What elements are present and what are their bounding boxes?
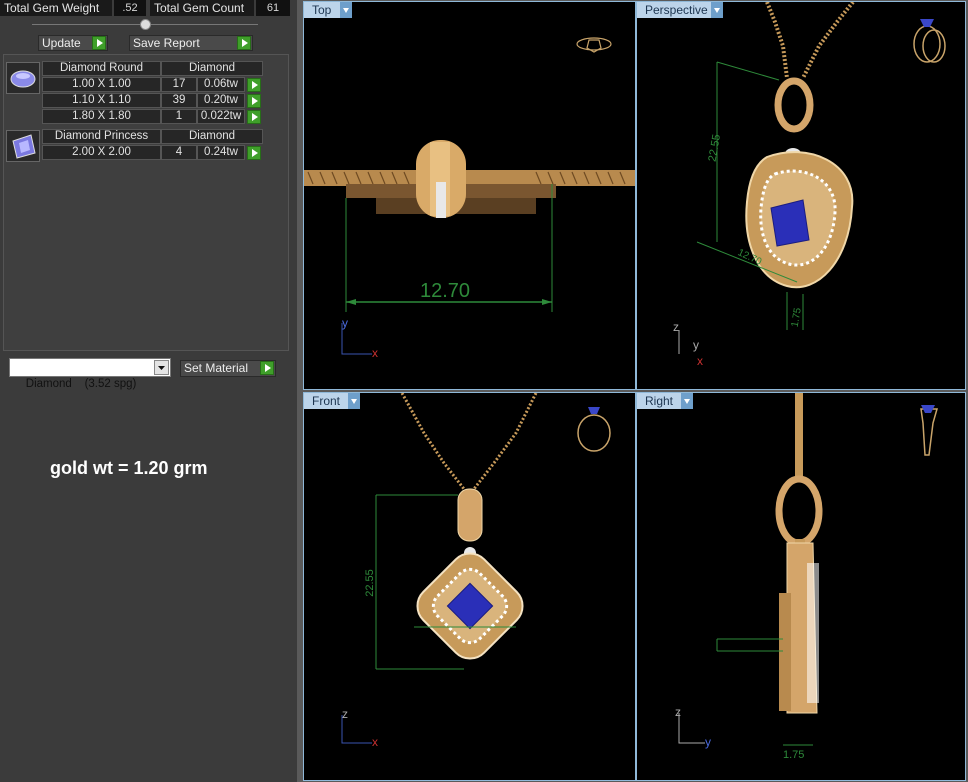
gem-count: 17 [161, 77, 197, 92]
axis-x-label: x [697, 354, 703, 368]
total-gem-weight-value: .52 [114, 0, 146, 16]
gem-size: 1.80 X 1.80 [42, 109, 161, 124]
top-view-render [304, 37, 635, 355]
axis-x-label: x [372, 735, 378, 749]
right-depth-dimension: 1.75 [783, 749, 805, 761]
viewport-right[interactable]: 1.75 z y Right [636, 392, 966, 781]
tab-front-label: Front [312, 394, 341, 408]
total-gem-weight-label: Total Gem Weight [0, 0, 112, 16]
gem-weight: 0.24tw [197, 145, 245, 160]
gem-count: 4 [161, 145, 197, 160]
set-material-run-icon[interactable] [260, 361, 274, 375]
save-report-button-label: Save Report [133, 36, 200, 50]
tab-right[interactable]: Right [637, 393, 693, 409]
gem-material-label: Diamond [161, 61, 263, 76]
total-gem-count-label: Total Gem Count [150, 0, 254, 16]
gem-weight: 0.022tw [197, 109, 245, 124]
viewport-perspective[interactable]: 22.55 12.70 1.75 z y x Perspective [636, 1, 966, 390]
front-view-render [341, 393, 611, 744]
axis-x-label: x [372, 346, 378, 360]
perspective-view-render [678, 2, 946, 354]
axis-y-label: y [693, 338, 699, 352]
gem-row-select-icon[interactable] [247, 110, 261, 124]
tab-front[interactable]: Front [304, 393, 360, 409]
gem-row-select-icon[interactable] [247, 146, 261, 160]
axis-z-label: z [673, 320, 679, 334]
chevron-down-icon[interactable] [154, 360, 169, 375]
tab-right-label: Right [645, 394, 674, 408]
tab-perspective-label: Perspective [645, 3, 708, 17]
tab-top[interactable]: Top [304, 2, 352, 18]
chevron-down-icon[interactable] [348, 393, 360, 409]
gem-report-panel: Total Gem Weight .52 Total Gem Count 61 … [0, 0, 297, 782]
material-select-value: Diamond (3.52 spg) [25, 378, 137, 390]
princess-diamond-icon [6, 130, 40, 162]
gem-count: 1 [161, 109, 197, 124]
gem-row-select-icon[interactable] [247, 78, 261, 92]
gem-material-label: Diamond [161, 129, 263, 144]
gem-size: 2.00 X 2.00 [42, 145, 161, 160]
set-material-button-label: Set Material [184, 361, 249, 375]
top-dimension-label: 12.70 [420, 280, 471, 302]
axis-z-label: z [675, 705, 681, 719]
axis-y-label: y [342, 316, 348, 330]
chevron-down-icon[interactable] [681, 393, 693, 409]
gem-list: Diamond Round Diamond 1.00 X 1.00 17 0.0… [3, 54, 289, 351]
update-run-icon[interactable] [92, 36, 106, 50]
gem-row-select-icon[interactable] [247, 94, 261, 108]
save-report-button[interactable]: Save Report [129, 35, 253, 51]
tab-top-label: Top [312, 3, 332, 17]
viewport-grid: 12.70 y x Top 22.55 12.70 1.75 z y x Per… [297, 0, 968, 782]
total-gem-count-value: 61 [256, 0, 290, 16]
gem-count: 39 [161, 93, 197, 108]
tab-perspective[interactable]: Perspective [637, 2, 723, 18]
gem-size: 1.00 X 1.00 [42, 77, 161, 92]
update-button-label: Update [42, 36, 81, 50]
gold-weight-note: gold wt = 1.20 grm [50, 458, 208, 478]
gem-weight: 0.06tw [197, 77, 245, 92]
right-view-render [678, 393, 938, 746]
axis-y-label: y [705, 735, 711, 749]
save-report-run-icon[interactable] [237, 36, 251, 50]
material-select[interactable]: Diamond (3.52 spg) [9, 358, 171, 390]
front-height-dimension: 22.55 [363, 569, 376, 597]
gem-shape-label: Diamond Round [42, 61, 161, 76]
gem-weight: 0.20tw [197, 93, 245, 108]
chevron-down-icon[interactable] [711, 2, 723, 18]
round-diamond-icon [6, 62, 40, 94]
axis-z-label: z [342, 707, 348, 721]
viewport-front[interactable]: 22.55 z x Front [303, 392, 636, 781]
gem-shape-label: Diamond Princess [42, 129, 161, 144]
gem-size: 1.10 X 1.10 [42, 93, 161, 108]
chevron-down-icon[interactable] [340, 2, 352, 18]
splitter-handle-icon[interactable] [140, 19, 151, 30]
viewport-top[interactable]: 12.70 y x Top [303, 1, 636, 390]
